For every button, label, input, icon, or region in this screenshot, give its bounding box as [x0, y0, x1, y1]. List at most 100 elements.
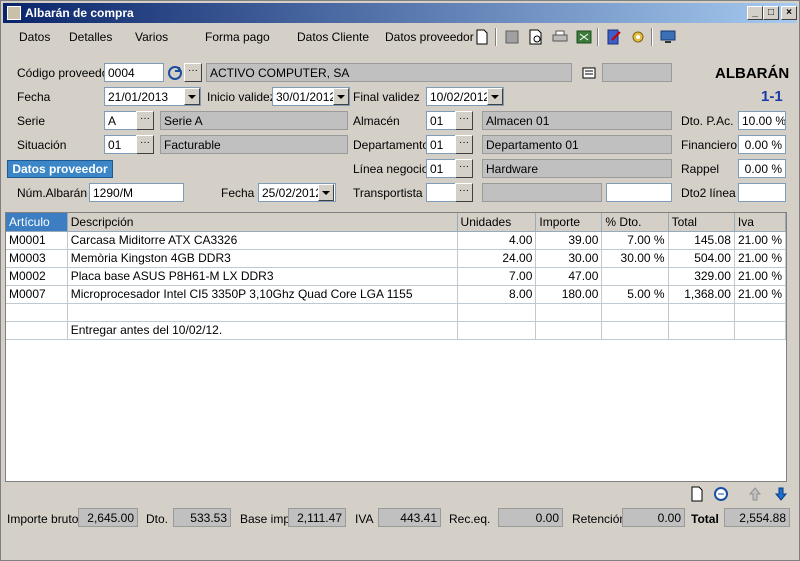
table-cell[interactable]: 7.00 % [601, 231, 669, 250]
settings-icon[interactable] [629, 28, 647, 46]
exit-icon[interactable] [659, 28, 677, 46]
transportista-lookup-button[interactable]: ··· [455, 183, 473, 202]
table-cell[interactable] [535, 303, 603, 322]
table-cell[interactable] [6, 303, 68, 322]
table-cell[interactable]: 21.00 % [734, 267, 787, 286]
table-row[interactable]: M0003 Memòria Kingston 4GB DDR3 24.00 30.00… [6, 249, 787, 268]
table-cell[interactable]: 39.00 [535, 231, 603, 250]
save-icon[interactable] [503, 28, 521, 46]
table-cell[interactable] [601, 267, 669, 286]
fecha2-dropdown-button[interactable] [318, 184, 334, 201]
table-cell[interactable]: 30.00 % [601, 249, 669, 268]
refresh-icon[interactable] [166, 64, 184, 82]
codigo-proveedor-input[interactable]: 0004 [104, 63, 164, 82]
table-row[interactable]: M0002 Placa base ASUS P8H61-M LX DDR3 7.00… [6, 267, 787, 286]
table-cell[interactable]: 4.00 [457, 231, 537, 250]
table-cell[interactable]: 504.00 [668, 249, 735, 268]
table-cell[interactable]: M0002 [6, 267, 68, 286]
col-header-unidades[interactable]: Unidades [457, 213, 537, 232]
table-cell[interactable] [535, 321, 603, 340]
table-cell[interactable] [601, 321, 669, 340]
dto-pac-input[interactable]: 10.00 % [738, 111, 786, 130]
print-preview-icon[interactable] [527, 28, 545, 46]
print-icon[interactable] [551, 28, 569, 46]
notes-icon[interactable] [581, 65, 597, 81]
table-cell[interactable] [668, 303, 735, 322]
table-cell[interactable] [668, 321, 735, 340]
table-cell[interactable]: 7.00 [457, 267, 537, 286]
menu-forma-pago[interactable]: Forma pago [205, 30, 270, 44]
export-icon[interactable] [575, 28, 593, 46]
linea-negocio-input[interactable]: 01 [426, 159, 456, 178]
almacen-input[interactable]: 01 [426, 111, 456, 130]
situacion-input[interactable]: 01 [104, 135, 138, 154]
table-row[interactable]: Entregar antes del 10/02/12. [6, 321, 787, 340]
move-up-icon[interactable] [747, 486, 763, 502]
table-cell[interactable]: 47.00 [535, 267, 603, 286]
table-cell[interactable]: 1,368.00 [668, 285, 735, 304]
edit-document-icon[interactable] [605, 28, 623, 46]
table-cell[interactable] [457, 303, 537, 322]
table-cell[interactable]: Microprocesador Intel CI5 3350P 3,10Ghz … [67, 285, 458, 304]
financiero-input[interactable]: 0.00 % [738, 135, 786, 154]
departamento-lookup-button[interactable]: ··· [455, 135, 473, 154]
menu-varios[interactable]: Varios [135, 30, 168, 44]
table-cell[interactable]: Memòria Kingston 4GB DDR3 [67, 249, 458, 268]
dto2-input[interactable] [738, 183, 786, 202]
table-cell[interactable] [601, 303, 669, 322]
table-cell[interactable]: M0001 [6, 231, 68, 250]
table-cell[interactable]: 5.00 % [601, 285, 669, 304]
table-row[interactable]: M0001 Carcasa Miditorre ATX CA3326 4.00 39.… [6, 231, 787, 250]
menu-datos-proveedor[interactable]: Datos proveedor [385, 30, 474, 44]
table-cell[interactable] [67, 303, 458, 322]
serie-input[interactable]: A [104, 111, 138, 130]
table-cell[interactable]: 329.00 [668, 267, 735, 286]
table-cell[interactable] [734, 303, 787, 322]
col-header-articulo[interactable]: Artículo [6, 213, 68, 232]
table-cell[interactable]: 145.08 [668, 231, 735, 250]
col-header-iva[interactable]: Iva [734, 213, 787, 232]
table-cell[interactable]: 24.00 [457, 249, 537, 268]
maximize-button[interactable]: □ [763, 6, 779, 20]
table-cell[interactable]: 21.00 % [734, 285, 787, 304]
table-cell[interactable]: Placa base ASUS P8H61-M LX DDR3 [67, 267, 458, 286]
table-cell[interactable]: 8.00 [457, 285, 537, 304]
codigo-proveedor-lookup-button[interactable]: ··· [184, 63, 202, 82]
close-button[interactable]: × [781, 6, 797, 20]
table-cell[interactable]: Entregar antes del 10/02/12. [67, 321, 458, 340]
menu-datos-cliente[interactable]: Datos Cliente [297, 30, 369, 44]
table-cell[interactable]: M0003 [6, 249, 68, 268]
rappel-input[interactable]: 0.00 % [738, 159, 786, 178]
menu-datos[interactable]: Datos [19, 30, 50, 44]
table-cell[interactable]: Carcasa Miditorre ATX CA3326 [67, 231, 458, 250]
departamento-input[interactable]: 01 [426, 135, 456, 154]
serie-lookup-button[interactable]: ··· [136, 111, 154, 130]
table-cell[interactable] [457, 321, 537, 340]
table-cell[interactable]: 30.00 [535, 249, 603, 268]
situacion-lookup-button[interactable]: ··· [136, 135, 154, 154]
table-row[interactable] [6, 303, 787, 322]
table-cell[interactable] [6, 321, 68, 340]
final-validez-dropdown-button[interactable] [487, 88, 503, 105]
table-cell[interactable]: M0007 [6, 285, 68, 304]
add-line-icon[interactable] [689, 486, 705, 502]
table-row[interactable]: M0007 Microprocesador Intel CI5 3350P 3,1… [6, 285, 787, 304]
tab-datos-proveedor[interactable]: Datos proveedor [7, 160, 113, 178]
lines-grid[interactable]: Artículo Descripción Unidades Importe % … [5, 212, 787, 482]
minimize-button[interactable]: _ [747, 6, 763, 20]
table-cell[interactable]: 21.00 % [734, 249, 787, 268]
transportista-extra-input[interactable] [606, 183, 672, 202]
inicio-validez-dropdown-button[interactable] [333, 88, 349, 105]
col-header-dto[interactable]: % Dto. [601, 213, 669, 232]
search-line-icon[interactable] [713, 486, 729, 502]
linea-negocio-lookup-button[interactable]: ··· [455, 159, 473, 178]
transportista-input[interactable] [426, 183, 456, 202]
menu-detalles[interactable]: Detalles [69, 30, 112, 44]
fecha-dropdown-button[interactable] [184, 88, 200, 105]
col-header-descripcion[interactable]: Descripción [67, 213, 458, 232]
table-cell[interactable]: 21.00 % [734, 231, 787, 250]
move-down-icon[interactable] [773, 486, 789, 502]
col-header-importe[interactable]: Importe [535, 213, 603, 232]
table-cell[interactable]: 180.00 [535, 285, 603, 304]
num-albaran-input[interactable]: 1290/M [89, 183, 184, 202]
